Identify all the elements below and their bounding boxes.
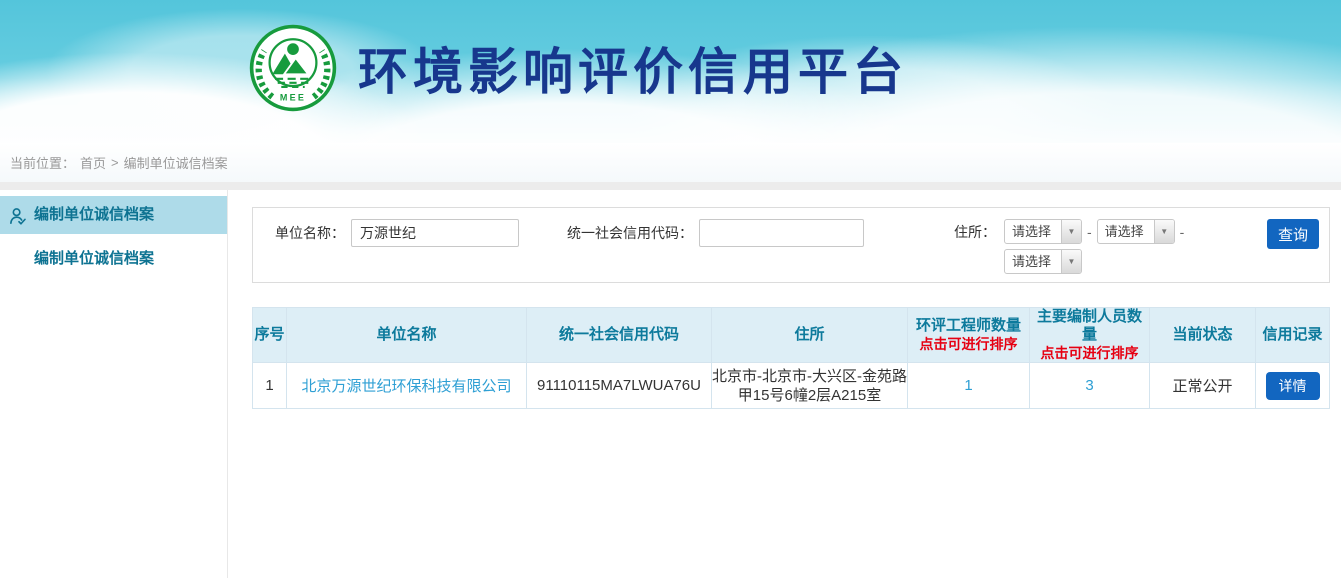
col-credit-code: 统一社会信用代码 bbox=[527, 308, 712, 363]
district-select[interactable]: 请选择 ▼ bbox=[1004, 249, 1082, 274]
sidebar-item-label: 编制单位诚信档案 bbox=[34, 250, 154, 267]
engineer-count-link[interactable]: 1 bbox=[964, 377, 972, 394]
breadcrumb-current: 编制单位诚信档案 bbox=[124, 153, 228, 172]
breadcrumb-home-link[interactable]: 首页 bbox=[80, 153, 106, 172]
col-company: 单位名称 bbox=[287, 308, 527, 363]
credit-code-group: 统一社会信用代码： bbox=[567, 219, 864, 247]
address-separator: - bbox=[1087, 224, 1092, 240]
address-group: 住所： 请选择 ▼ - 请选择 ▼ - bbox=[954, 219, 1189, 274]
unit-name-input[interactable] bbox=[351, 219, 519, 247]
credit-code-label: 统一社会信用代码： bbox=[567, 223, 693, 243]
table-row: 1 北京万源世纪环保科技有限公司 91110115MA7LWUA76U 北京市-… bbox=[253, 363, 1330, 409]
sidebar: 编制单位诚信档案 编制单位诚信档案 bbox=[0, 190, 228, 578]
search-button[interactable]: 查询 bbox=[1267, 219, 1319, 249]
divider-band bbox=[0, 182, 1341, 190]
brand: MEE 环境影响评价信用平台 bbox=[248, 23, 908, 113]
site-header: MEE 环境影响评价信用平台 bbox=[0, 0, 1341, 143]
table-header-row: 序号 单位名称 统一社会信用代码 住所 环评工程师数量 点击可进行排序 主要编制… bbox=[253, 308, 1330, 363]
main-panel: 单位名称： 统一社会信用代码： 住所： 请选择 ▼ - bbox=[228, 190, 1341, 578]
sidebar-item-archive-group[interactable]: 编制单位诚信档案 bbox=[0, 196, 227, 234]
user-check-icon bbox=[8, 204, 29, 225]
address-separator: - bbox=[1180, 224, 1185, 240]
chevron-down-icon: ▼ bbox=[1061, 250, 1081, 273]
cell-credit-code: 91110115MA7LWUA76U bbox=[527, 363, 712, 409]
breadcrumb-prefix: 当前位置： bbox=[10, 153, 75, 172]
col-staff-count-sort[interactable]: 主要编制人员数量 点击可进行排序 bbox=[1030, 308, 1150, 363]
city-select[interactable]: 请选择 ▼ bbox=[1097, 219, 1175, 244]
col-index: 序号 bbox=[253, 308, 287, 363]
mee-logo: MEE bbox=[248, 23, 338, 113]
sidebar-item-label: 编制单位诚信档案 bbox=[34, 206, 154, 223]
unit-name-label: 单位名称： bbox=[275, 223, 345, 243]
address-selects: 请选择 ▼ - 请选择 ▼ - 请选择 ▼ bbox=[1004, 219, 1189, 274]
results-table: 序号 单位名称 统一社会信用代码 住所 环评工程师数量 点击可进行排序 主要编制… bbox=[252, 307, 1330, 409]
sort-hint: 点击可进行排序 bbox=[1030, 344, 1149, 362]
chevron-down-icon: ▼ bbox=[1061, 220, 1081, 243]
col-status: 当前状态 bbox=[1150, 308, 1256, 363]
company-link[interactable]: 北京万源世纪环保科技有限公司 bbox=[301, 378, 511, 395]
cell-status: 正常公开 bbox=[1150, 363, 1256, 409]
site-title: 环境影响评价信用平台 bbox=[358, 32, 908, 104]
chevron-down-icon: ▼ bbox=[1154, 220, 1174, 243]
col-credit-record: 信用记录 bbox=[1256, 308, 1330, 363]
staff-count-link[interactable]: 3 bbox=[1085, 377, 1093, 394]
cell-address: 北京市-北京市-大兴区-金苑路甲15号6幢2层A215室 bbox=[712, 363, 908, 409]
breadcrumb: 当前位置： 首页 > 编制单位诚信档案 bbox=[0, 143, 1341, 182]
credit-code-input[interactable] bbox=[699, 219, 864, 247]
sidebar-item-archive[interactable]: 编制单位诚信档案 bbox=[0, 244, 227, 274]
sort-hint: 点击可进行排序 bbox=[908, 335, 1029, 353]
content-area: 编制单位诚信档案 编制单位诚信档案 单位名称： 统一社会信用代码： 住所： bbox=[0, 190, 1341, 578]
search-panel: 单位名称： 统一社会信用代码： 住所： 请选择 ▼ - bbox=[252, 207, 1330, 283]
unit-name-group: 单位名称： bbox=[275, 219, 519, 247]
province-select[interactable]: 请选择 ▼ bbox=[1004, 219, 1082, 244]
address-label: 住所： bbox=[954, 219, 996, 245]
svg-text:MEE: MEE bbox=[280, 92, 306, 102]
col-engineer-count-sort[interactable]: 环评工程师数量 点击可进行排序 bbox=[908, 308, 1030, 363]
detail-button[interactable]: 详情 bbox=[1266, 372, 1320, 400]
cell-index: 1 bbox=[253, 363, 287, 409]
breadcrumb-separator: > bbox=[111, 155, 119, 170]
col-address: 住所 bbox=[712, 308, 908, 363]
